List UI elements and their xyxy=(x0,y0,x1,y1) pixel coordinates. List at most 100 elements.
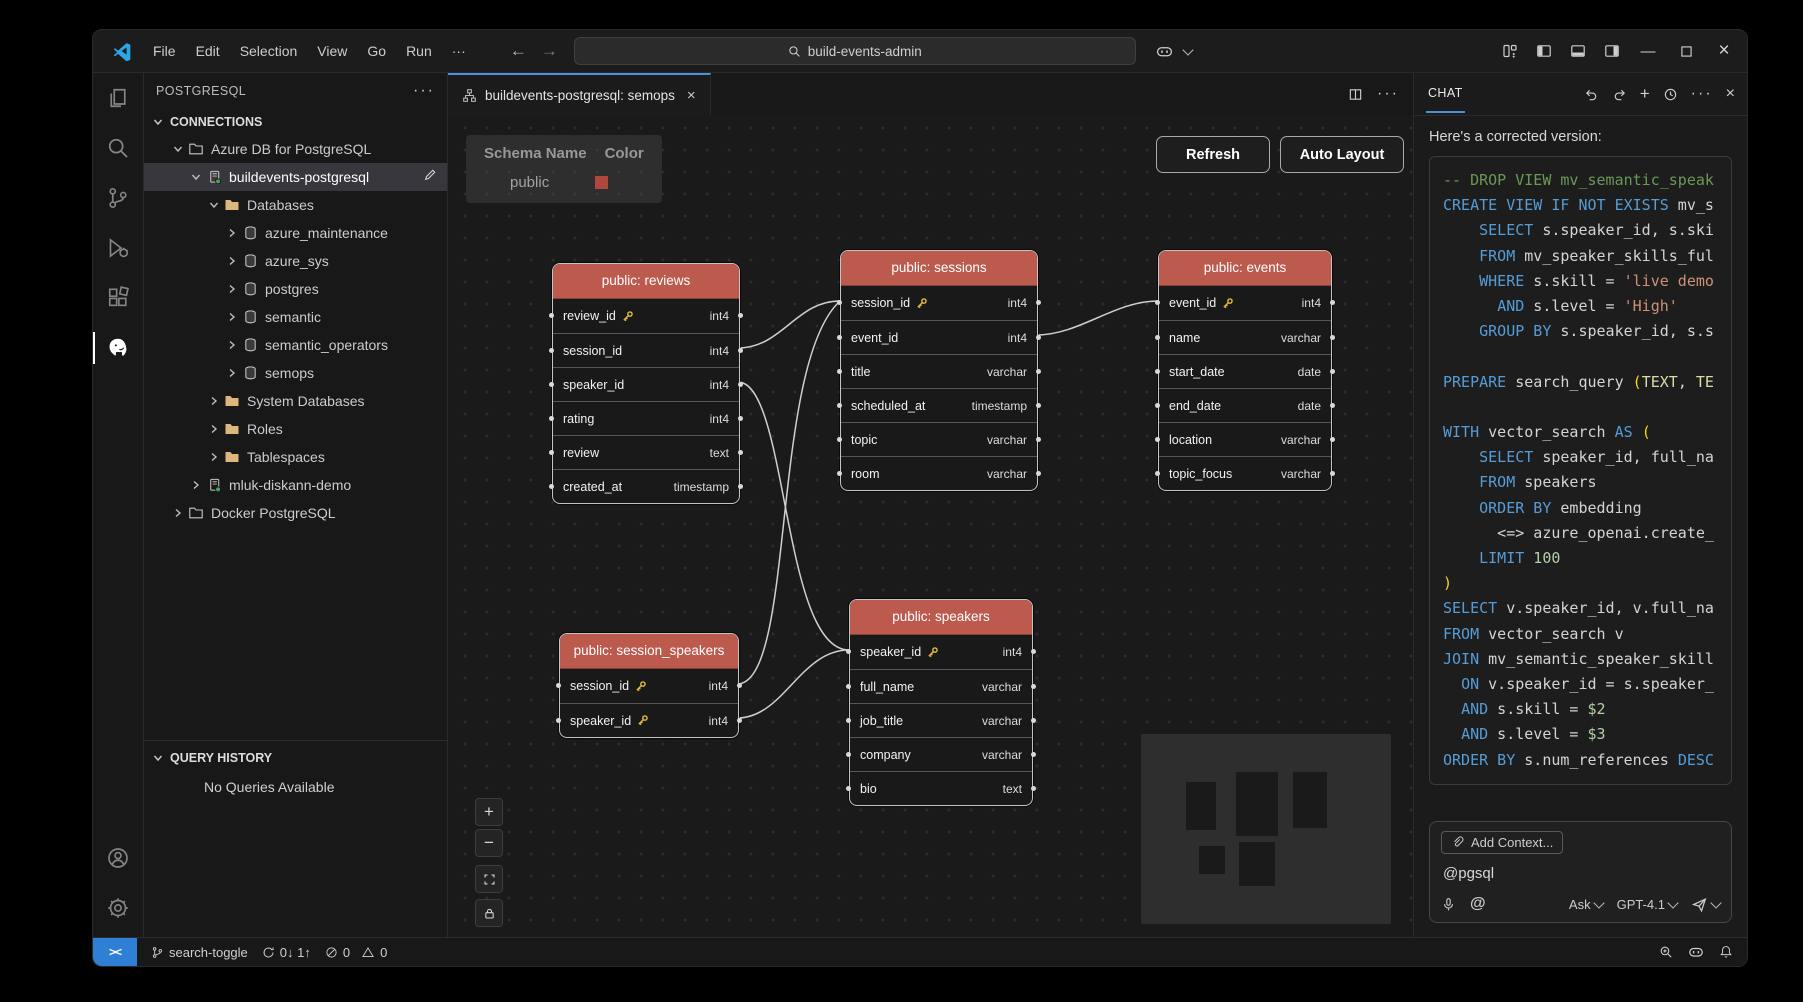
command-center-search[interactable]: build-events-admin xyxy=(574,37,1136,65)
entity-column-job_title[interactable]: job_titlevarchar xyxy=(850,703,1032,737)
menu-edit[interactable]: Edit xyxy=(186,38,230,64)
mode-picker[interactable]: Ask xyxy=(1569,897,1603,912)
new-chat-icon[interactable]: + xyxy=(1640,84,1650,104)
entity-column-speaker_id[interactable]: speaker_idint4 xyxy=(560,703,738,737)
chat-input-box[interactable]: Add Context... @pgsql @ Ask GPT-4.1 xyxy=(1429,821,1732,923)
sidebar-item-buildevents-postgresql[interactable]: buildevents-postgresql xyxy=(144,163,447,191)
entity-table-title[interactable]: public: reviews xyxy=(553,264,739,299)
toggle-secondary-sidebar-icon[interactable] xyxy=(1597,37,1627,65)
back-arrow-icon[interactable]: ← xyxy=(510,41,527,61)
chevron-down-icon[interactable] xyxy=(188,172,204,182)
copilot-icon[interactable] xyxy=(1150,37,1180,65)
tab-close-icon[interactable]: × xyxy=(687,87,696,104)
entity-column-end_date[interactable]: end_datedate xyxy=(1159,388,1331,422)
entity-table-title[interactable]: public: session_speakers xyxy=(560,634,738,669)
toggle-panel-icon[interactable] xyxy=(1563,37,1593,65)
tab-schema-visualizer[interactable]: buildevents-postgresql: semops × xyxy=(448,73,711,115)
entity-table-session_speakers[interactable]: public: session_speakerssession_idint4sp… xyxy=(559,633,739,738)
problems-status-item[interactable]: 0 0 xyxy=(325,945,387,960)
entity-table-sessions[interactable]: public: sessionssession_idint4event_idin… xyxy=(840,250,1038,491)
minimap[interactable] xyxy=(1141,734,1391,924)
entity-column-start_date[interactable]: start_datedate xyxy=(1159,354,1331,388)
entity-column-topic[interactable]: topicvarchar xyxy=(841,422,1037,456)
entity-column-review[interactable]: reviewtext xyxy=(553,435,739,469)
sidebar-item-azure-sys[interactable]: azure_sys xyxy=(144,247,447,275)
undo-icon[interactable] xyxy=(1584,87,1599,102)
chevron-right-icon[interactable] xyxy=(188,480,204,490)
bell-icon[interactable] xyxy=(1719,945,1733,959)
customize-layout-icon[interactable] xyxy=(1495,37,1525,65)
zoom-out-button[interactable]: − xyxy=(475,829,503,857)
sidebar-item-semantic[interactable]: semantic xyxy=(144,303,447,331)
entity-table-reviews[interactable]: public: reviewsreview_idint4session_idin… xyxy=(552,263,740,504)
history-icon[interactable] xyxy=(1663,87,1678,102)
chat-close-icon[interactable]: × xyxy=(1726,85,1735,103)
entity-column-speaker_id[interactable]: speaker_idint4 xyxy=(553,367,739,401)
run-and-debug-icon[interactable] xyxy=(93,223,143,273)
auto-layout-button[interactable]: Auto Layout xyxy=(1280,136,1404,173)
entity-column-rating[interactable]: ratingint4 xyxy=(553,401,739,435)
sidebar-item-postgres[interactable]: postgres xyxy=(144,275,447,303)
sidebar-item-azure-maintenance[interactable]: azure_maintenance xyxy=(144,219,447,247)
tab-chat[interactable]: CHAT xyxy=(1426,75,1465,113)
entity-column-company[interactable]: companyvarchar xyxy=(850,737,1032,771)
schema-canvas[interactable]: Schema Name Color public Refresh Auto La… xyxy=(448,115,1413,937)
sidebar-item-system-databases[interactable]: System Databases xyxy=(144,387,447,415)
model-picker[interactable]: GPT-4.1 xyxy=(1617,897,1677,912)
files-icon[interactable] xyxy=(93,73,143,123)
chat-input-value[interactable]: @pgsql xyxy=(1443,865,1718,882)
minimize-icon[interactable]: — xyxy=(1631,36,1665,66)
entity-column-title[interactable]: titlevarchar xyxy=(841,354,1037,388)
entity-table-events[interactable]: public: eventsevent_idint4namevarcharsta… xyxy=(1158,250,1332,491)
chevron-right-icon[interactable] xyxy=(224,312,240,322)
entity-column-created_at[interactable]: created_attimestamp xyxy=(553,469,739,503)
mic-icon[interactable] xyxy=(1441,897,1456,912)
chevron-right-icon[interactable] xyxy=(224,284,240,294)
chevron-right-icon[interactable] xyxy=(206,396,222,406)
copilot-chevron-icon[interactable] xyxy=(1182,44,1193,55)
close-window-icon[interactable]: × xyxy=(1707,36,1741,66)
edit-pencil-icon[interactable] xyxy=(423,168,437,182)
entity-table-title[interactable]: public: sessions xyxy=(841,251,1037,286)
menu-run[interactable]: Run xyxy=(396,38,442,64)
remote-indicator[interactable]: >< xyxy=(93,938,137,966)
mention-icon[interactable]: @ xyxy=(1470,895,1486,913)
chat-more-icon[interactable]: ··· xyxy=(1691,85,1713,103)
settings-gear-icon[interactable] xyxy=(93,883,143,933)
entity-column-event_id[interactable]: event_idint4 xyxy=(1159,286,1331,320)
entity-column-session_id[interactable]: session_idint4 xyxy=(553,333,739,367)
menu-view[interactable]: View xyxy=(307,38,357,64)
extensions-icon[interactable] xyxy=(93,273,143,323)
entity-column-session_id[interactable]: session_idint4 xyxy=(841,286,1037,320)
toggle-sidebar-icon[interactable] xyxy=(1529,37,1559,65)
redo-icon[interactable] xyxy=(1612,87,1627,102)
sidebar-more-icon[interactable]: ··· xyxy=(413,82,435,100)
chevron-right-icon[interactable] xyxy=(224,340,240,350)
zoom-status-icon[interactable] xyxy=(1659,945,1673,959)
entity-column-name[interactable]: namevarchar xyxy=(1159,320,1331,354)
search-view-icon[interactable] xyxy=(93,123,143,173)
entity-column-scheduled_at[interactable]: scheduled_attimestamp xyxy=(841,388,1037,422)
source-control-icon[interactable] xyxy=(93,173,143,223)
chevron-right-icon[interactable] xyxy=(224,368,240,378)
query-history-header[interactable]: QUERY HISTORY xyxy=(144,745,447,771)
account-icon[interactable] xyxy=(93,833,143,883)
menu-go[interactable]: Go xyxy=(357,38,396,64)
forward-arrow-icon[interactable]: → xyxy=(541,41,558,61)
editor-more-icon[interactable]: ··· xyxy=(1377,85,1399,103)
entity-column-session_id[interactable]: session_idint4 xyxy=(560,669,738,703)
sidebar-item-azure-db-for-postgresql[interactable]: Azure DB for PostgreSQL xyxy=(144,135,447,163)
chevron-right-icon[interactable] xyxy=(224,256,240,266)
entity-column-bio[interactable]: biotext xyxy=(850,771,1032,805)
entity-table-title[interactable]: public: speakers xyxy=(850,600,1032,635)
postgresql-elephant-icon[interactable] xyxy=(93,323,143,373)
entity-table-title[interactable]: public: events xyxy=(1159,251,1331,286)
entity-column-event_id[interactable]: event_idint4 xyxy=(841,320,1037,354)
entity-table-speakers[interactable]: public: speakersspeaker_idint4full_namev… xyxy=(849,599,1033,806)
menu-selection[interactable]: Selection xyxy=(230,38,308,64)
sql-code-block[interactable]: -- DROP VIEW mv_semantic_speakCREATE VIE… xyxy=(1429,156,1732,785)
entity-column-speaker_id[interactable]: speaker_idint4 xyxy=(850,635,1032,669)
copilot-status-icon[interactable] xyxy=(1688,944,1704,960)
sidebar-item-docker-postgresql[interactable]: Docker PostgreSQL xyxy=(144,499,447,527)
chevron-down-icon[interactable] xyxy=(206,200,222,210)
